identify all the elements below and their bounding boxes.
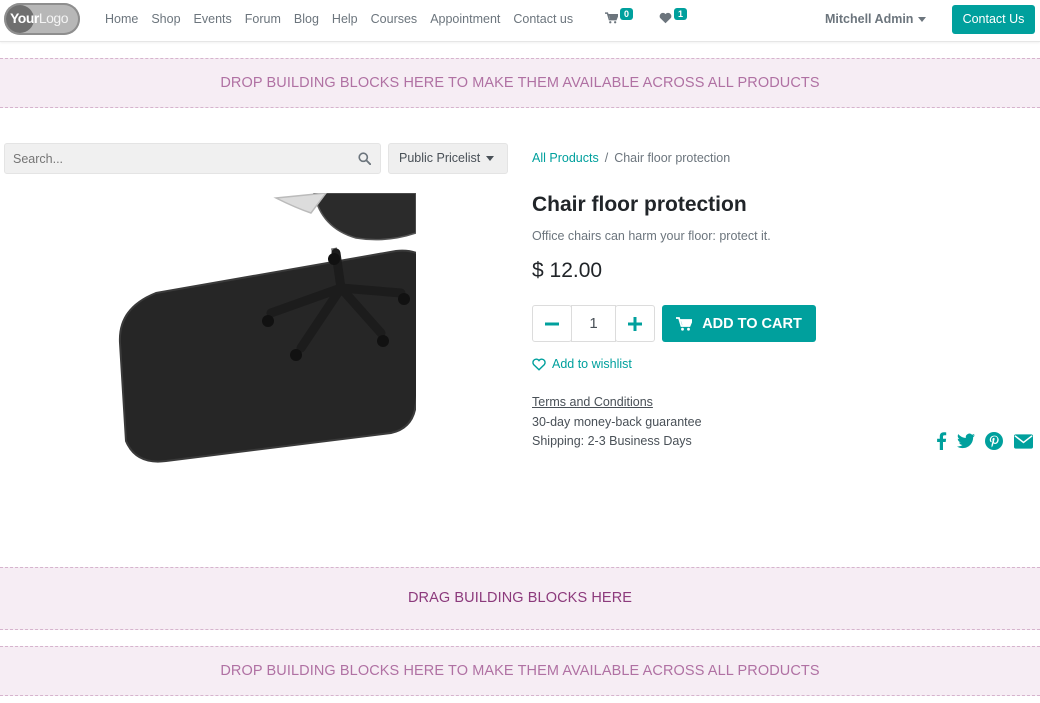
logo-text-part2: Logo: [38, 10, 69, 26]
nav-contact-us[interactable]: Contact us: [513, 12, 573, 26]
dropzone-bottom[interactable]: DROP BUILDING BLOCKS HERE TO MAKE THEM A…: [0, 646, 1040, 696]
cart-link[interactable]: 0: [605, 8, 634, 27]
search-button[interactable]: [348, 144, 380, 173]
wishlist-count-badge: 1: [674, 8, 688, 20]
nav-forum[interactable]: Forum: [245, 12, 281, 26]
heart-icon: [659, 12, 672, 24]
search-input[interactable]: [5, 144, 350, 173]
shopping-cart-icon: [605, 12, 620, 24]
user-menu[interactable]: Mitchell Admin: [825, 12, 927, 26]
share-facebook[interactable]: [930, 431, 952, 451]
share-email[interactable]: [1012, 431, 1034, 451]
dropzone-middle[interactable]: DRAG BUILDING BLOCKS HERE: [0, 567, 1040, 630]
dropzone-top[interactable]: DROP BUILDING BLOCKS HERE TO MAKE THEM A…: [0, 58, 1040, 108]
breadcrumb-all-products[interactable]: All Products: [532, 151, 599, 165]
quantity-decrease-button[interactable]: [532, 305, 572, 342]
heart-outline-icon: [532, 357, 546, 371]
minus-icon: [545, 322, 559, 325]
chevron-down-icon: [918, 17, 927, 23]
product-description: Office chairs can harm your floor: prote…: [532, 229, 771, 243]
chevron-down-icon: [486, 156, 495, 162]
shipping-text: Shipping: 2-3 Business Days: [532, 434, 692, 448]
pinterest-icon: [985, 432, 1003, 450]
share-twitter[interactable]: [955, 431, 977, 451]
nav-courses[interactable]: Courses: [371, 12, 418, 26]
facebook-icon: [936, 432, 946, 450]
terms-link[interactable]: Terms and Conditions: [532, 395, 653, 409]
envelope-icon: [1013, 433, 1033, 449]
nav-home[interactable]: Home: [105, 12, 138, 26]
quantity-input[interactable]: [571, 305, 616, 342]
contact-us-button[interactable]: Contact Us: [952, 5, 1035, 34]
breadcrumb-current: Chair floor protection: [614, 151, 731, 165]
logo-text-part1: Your: [10, 10, 39, 26]
nav-shop[interactable]: Shop: [151, 12, 180, 26]
share-pinterest[interactable]: [983, 431, 1005, 451]
pricelist-label: Public Pricelist: [399, 151, 481, 165]
site-logo[interactable]: YourLogo: [4, 3, 80, 35]
logo-text: YourLogo: [10, 10, 69, 26]
user-name: Mitchell Admin: [825, 12, 914, 26]
nav-appointment[interactable]: Appointment: [430, 12, 500, 26]
product-title: Chair floor protection: [532, 193, 747, 216]
breadcrumb: All Products / Chair floor protection: [532, 151, 730, 165]
top-navbar: YourLogo Home Shop Events Forum Blog Hel…: [0, 0, 1040, 42]
nav-events[interactable]: Events: [194, 12, 232, 26]
add-to-cart-label: ADD TO CART: [702, 315, 802, 332]
wishlist-link[interactable]: 1: [659, 8, 688, 27]
search-icon: [357, 152, 371, 165]
currency-symbol: $: [532, 259, 544, 282]
shopping-cart-icon: [676, 316, 693, 331]
main-menu: Home Shop Events Forum Blog Help Courses…: [105, 12, 586, 26]
plus-icon: [628, 316, 642, 331]
twitter-icon: [957, 433, 975, 449]
product-image[interactable]: [96, 193, 416, 513]
add-to-cart-button[interactable]: ADD TO CART: [662, 305, 816, 342]
guarantee-text: 30-day money-back guarantee: [532, 415, 702, 429]
chair-mat-illustration: [118, 193, 416, 463]
quantity-increase-button[interactable]: [615, 305, 655, 342]
product-price: $ 12.00: [532, 259, 602, 283]
price-value: 12.00: [549, 259, 603, 282]
add-to-wishlist-label: Add to wishlist: [552, 357, 632, 371]
nav-blog[interactable]: Blog: [294, 12, 319, 26]
breadcrumb-separator: /: [604, 151, 609, 165]
cart-count-badge: 0: [620, 8, 634, 20]
pricelist-dropdown[interactable]: Public Pricelist: [388, 143, 508, 174]
add-to-wishlist-button[interactable]: Add to wishlist: [532, 357, 632, 371]
nav-help[interactable]: Help: [332, 12, 358, 26]
search-box: [4, 143, 381, 174]
